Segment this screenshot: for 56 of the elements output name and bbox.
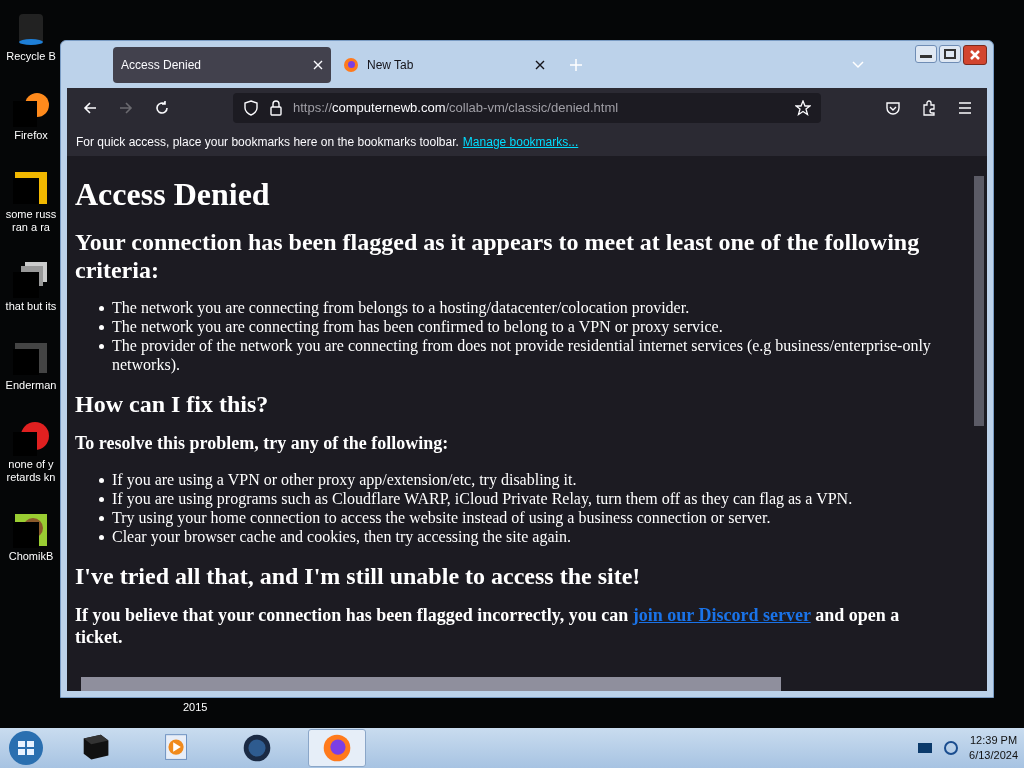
list-item-text: Try using your home connection to access the website instead of using a business connection or server. <box>112 508 771 527</box>
desktop-icon-label: retards kn <box>6 471 56 484</box>
subheading: To resolve this problem, try any of the following: <box>75 432 450 454</box>
section-heading: How can I fix this? <box>75 390 270 418</box>
desktop-icon-label: ChomikB <box>8 550 54 563</box>
desktop-icon-label: none of y <box>8 458 54 471</box>
bullet-icon <box>99 535 104 540</box>
list-item-text: The network you are connecting from has been confirmed to belong to a VPN or proxy service. <box>112 317 723 336</box>
list-item-text: Clear your browser cache and cookies, then try accessing the site again. <box>112 527 571 546</box>
bullet-icon <box>99 344 104 349</box>
list-item-text: If you are using a VPN or other proxy app/extension/etc, try disabling it. <box>112 470 577 489</box>
desktop-icon-label: Firefox <box>14 129 48 142</box>
list-item-text: The provider of the network you are connecting from does not provide residential internet services (e.g business/enterprise-only networks). <box>112 336 932 374</box>
url-text: https://computernewb.com/collab-vm/classic/denied.html <box>293 99 620 118</box>
discord-link[interactable]: join our Discord server <box>632 605 811 625</box>
minimize-button[interactable] <box>915 45 937 63</box>
clock-time[interactable]: 12:39 PM <box>970 733 1018 748</box>
tab-title: New Tab <box>367 56 415 74</box>
menu-icon[interactable] <box>957 101 973 115</box>
shield-icon[interactable] <box>243 100 259 116</box>
network-icon[interactable] <box>943 740 960 756</box>
tab-title: Access Denied <box>121 56 203 74</box>
desktop-icon-label: some russ <box>5 208 57 221</box>
bullet-icon <box>99 478 104 483</box>
desktop-icon-label: that but its <box>5 300 57 313</box>
start-button[interactable] <box>6 729 46 767</box>
bullet-icon <box>99 325 104 330</box>
monitor-icon[interactable] <box>917 741 934 755</box>
manage-bookmarks-link[interactable]: Manage bookmarks... <box>462 133 579 151</box>
section-heading: Your connection has been flagged as it appears to meet at least one of the following criteria: <box>75 228 921 284</box>
list-item-text: The network you are connecting from belongs to a hosting/datacenter/colocation provider. <box>112 298 690 317</box>
reload-icon[interactable] <box>153 99 171 117</box>
address-bar[interactable]: https://computernewb.com/collab-vm/classic/denied.html <box>233 93 821 123</box>
browser-tab[interactable]: Access Denied <box>113 46 331 83</box>
maximize-button[interactable] <box>939 45 961 63</box>
bullet-icon <box>99 306 104 311</box>
pocket-icon[interactable] <box>885 100 901 116</box>
browser-tab[interactable]: New Tab <box>335 46 553 83</box>
bookmarks-hint: For quick access, place your bookmarks here on the bookmarks toolbar. <box>76 134 459 151</box>
desktop-icon-label: ran a ra <box>12 221 50 234</box>
bullet-icon <box>99 516 104 521</box>
clock-date[interactable]: 6/13/2024 <box>969 748 1018 763</box>
lock-icon[interactable] <box>269 100 283 116</box>
star-icon[interactable] <box>795 100 811 116</box>
page-heading: Access Denied <box>75 176 271 212</box>
list-item-text: If you are using programs such as Cloudflare WARP, iCloud Private Relay, turn them off as they can flag as a VPN. <box>112 489 853 508</box>
desktop-icon-label: Recycle B <box>6 50 56 63</box>
bullet-icon <box>99 497 104 502</box>
close-icon[interactable] <box>535 59 545 70</box>
close-button[interactable] <box>963 45 987 65</box>
desktop-icon-label: Enderman <box>5 379 57 392</box>
close-icon <box>969 49 981 61</box>
paragraph: If you believe that your connection has been flagged incorrectly, you can join our Discord server and open a ticket. <box>75 604 901 648</box>
desktop-icon-label: 2015 <box>183 700 208 715</box>
section-heading: I've tried all that, and I'm still unable to access the site! <box>75 562 642 590</box>
puzzle-icon[interactable] <box>921 100 937 116</box>
